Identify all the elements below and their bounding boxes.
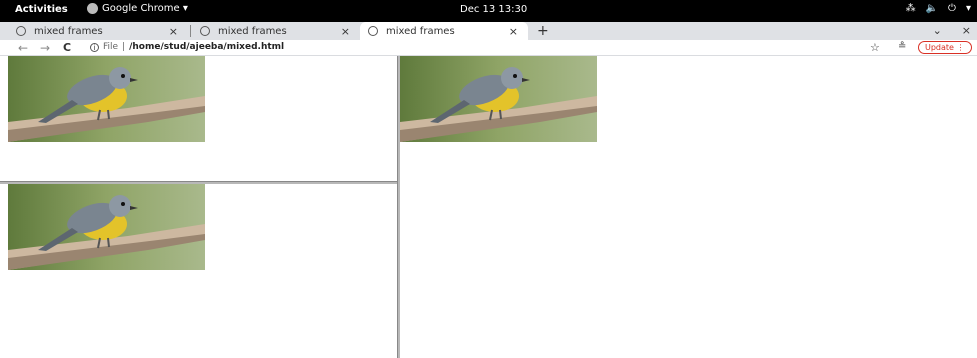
chrome-icon: [87, 3, 98, 14]
forward-button[interactable]: →: [40, 40, 50, 56]
app-menu[interactable]: Google Chrome ▾: [87, 3, 188, 14]
back-button[interactable]: ←: [18, 40, 28, 56]
globe-icon: [368, 26, 378, 36]
scheme-label: File: [103, 42, 119, 52]
tray-menu-icon: ▾: [965, 3, 971, 14]
address-bar[interactable]: i File | /home/stud/ajeeba/mixed.html: [90, 42, 284, 52]
profile-icon[interactable]: ≗: [898, 41, 906, 52]
clock[interactable]: Dec 13 13:30: [460, 4, 527, 15]
bird-image: [8, 56, 205, 142]
system-tray[interactable]: ⁂ 🔈 ⏻ ▾: [906, 3, 971, 14]
frame-bottom-left: [0, 184, 397, 358]
frame-top-left: [0, 56, 397, 182]
volume-icon: 🔈: [925, 3, 939, 14]
tab-strip: mixed frames × mixed frames × mixed fram…: [0, 22, 977, 40]
bookmark-star-icon[interactable]: ☆: [870, 41, 880, 54]
update-button[interactable]: Update ⋮: [918, 41, 972, 54]
browser-toolbar: ← → C i File | /home/stud/ajeeba/mixed.h…: [0, 40, 977, 56]
minimize-button[interactable]: ⌄: [933, 24, 942, 37]
tab-close-icon[interactable]: ×: [341, 25, 350, 38]
activities-button[interactable]: Activities: [15, 4, 68, 15]
globe-icon: [16, 26, 26, 36]
tab-3-active[interactable]: mixed frames ×: [360, 22, 528, 40]
globe-icon: [200, 26, 210, 36]
tab-label: mixed frames: [34, 25, 103, 37]
reload-button[interactable]: C: [63, 40, 71, 56]
tab-label: mixed frames: [218, 25, 287, 37]
tab-separator: [190, 25, 191, 37]
close-window-button[interactable]: ×: [962, 24, 971, 37]
app-menu-label: Google Chrome ▾: [102, 3, 188, 14]
new-tab-button[interactable]: +: [537, 23, 549, 39]
power-icon: ⏻: [948, 3, 956, 14]
tab-close-icon[interactable]: ×: [169, 25, 178, 38]
tab-close-icon[interactable]: ×: [509, 25, 518, 38]
tab-2[interactable]: mixed frames ×: [192, 22, 360, 40]
info-icon[interactable]: i: [90, 42, 99, 52]
bird-image: [8, 184, 205, 270]
url-text[interactable]: /home/stud/ajeeba/mixed.html: [129, 42, 284, 52]
frameset-content: [0, 56, 977, 358]
system-top-bar: Activities Google Chrome ▾ Dec 13 13:30 …: [0, 0, 977, 22]
window-controls: ⌄ ×: [933, 24, 971, 37]
frame-right: [400, 56, 977, 358]
bird-image: [400, 56, 597, 142]
tab-1[interactable]: mixed frames ×: [8, 22, 188, 40]
tab-label: mixed frames: [386, 25, 455, 37]
network-icon: ⁂: [905, 3, 916, 14]
scheme-divider: |: [122, 42, 126, 52]
